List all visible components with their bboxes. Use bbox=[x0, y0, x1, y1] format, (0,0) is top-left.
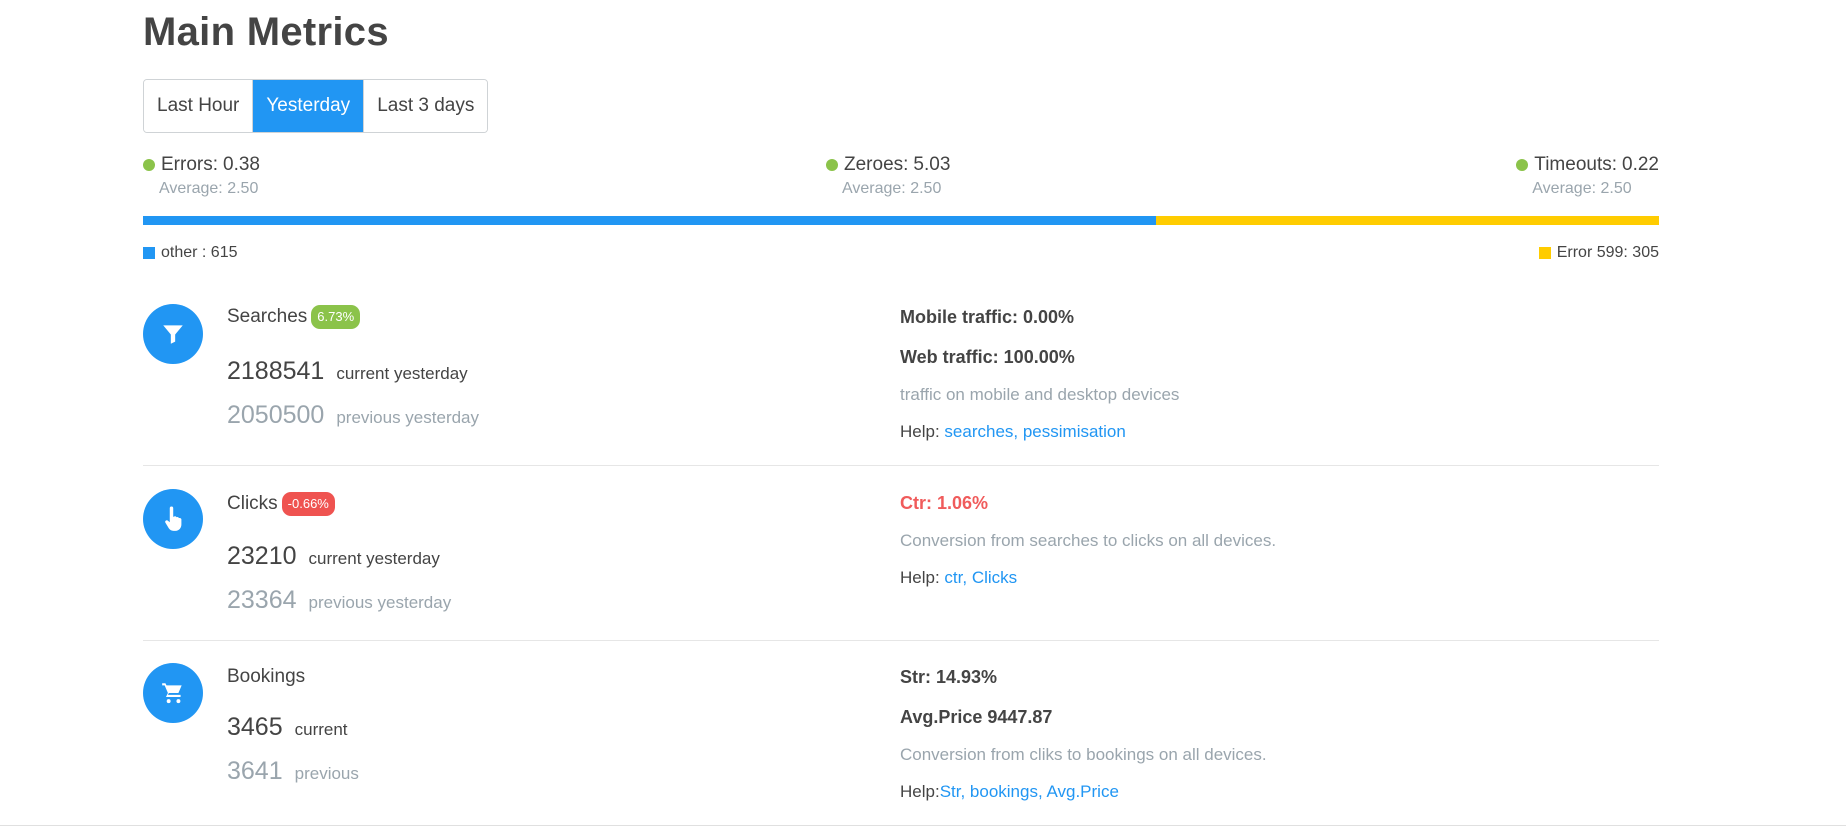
clicks-change-badge: -0.66% bbox=[281, 492, 335, 516]
help-label: Help: bbox=[900, 782, 940, 801]
bookings-previous-value: 3641 bbox=[227, 757, 283, 785]
web-traffic: Web traffic: 100.00% bbox=[900, 347, 1075, 367]
status-dot-icon bbox=[1516, 159, 1529, 171]
timeouts-label: Timeouts: bbox=[1534, 154, 1618, 175]
timeouts-stat: Timeouts: 0.22 Average: 2.50 bbox=[1516, 154, 1659, 198]
page-title: Main Metrics bbox=[143, 10, 389, 54]
searches-title: Searches bbox=[227, 306, 308, 327]
searches-previous: 2050500 previous yesterday bbox=[227, 401, 479, 430]
legend-error-599-label: Error 599: 305 bbox=[1556, 244, 1659, 261]
bookings-previous: 3641 previous bbox=[227, 757, 359, 786]
touch-icon bbox=[143, 489, 203, 549]
other-segment bbox=[143, 216, 1157, 225]
timeouts-value: 0.22 bbox=[1622, 154, 1659, 175]
searches-current-value: 2188541 bbox=[227, 357, 325, 385]
searches-current: 2188541 current yesterday bbox=[227, 357, 468, 386]
bookings-current-value: 3465 bbox=[227, 713, 283, 741]
errors-stat: Errors: 0.38 Average: 2.50 bbox=[143, 154, 260, 198]
help-label: Help: bbox=[900, 568, 940, 587]
bottom-divider bbox=[0, 825, 1846, 826]
errors-value: 0.38 bbox=[223, 154, 260, 175]
help-label: Help: bbox=[900, 422, 940, 441]
clicks-title: Clicks bbox=[227, 493, 278, 514]
filter-icon bbox=[143, 304, 203, 364]
bookings-title-wrap: Bookings bbox=[227, 666, 305, 688]
zeroes-stat: Zeroes: 5.03 Average: 2.50 bbox=[826, 154, 950, 198]
legend-square-icon bbox=[143, 247, 155, 259]
clicks-previous-value: 23364 bbox=[227, 586, 297, 614]
bookings-help: Help:Str, bookings, Avg.Price bbox=[900, 782, 1119, 802]
avg-price-value: Avg.Price 9447.87 bbox=[900, 707, 1053, 727]
mobile-traffic: Mobile traffic: 0.00% bbox=[900, 307, 1075, 327]
period-selector: Last Hour Yesterday Last 3 days bbox=[143, 79, 489, 133]
searches-change-badge: 6.73% bbox=[311, 305, 361, 329]
zeroes-average: Average: 2.50 bbox=[842, 180, 942, 197]
searches-previous-label: previous yesterday bbox=[336, 408, 480, 427]
period-yesterday-button[interactable]: Yesterday bbox=[253, 80, 365, 132]
searches-help-links[interactable]: searches, pessimisation bbox=[944, 422, 1125, 441]
bookings-current-label: current bbox=[294, 720, 348, 739]
clicks-current-value: 23210 bbox=[227, 542, 297, 570]
legend-error-599: Error 599: 305 bbox=[1538, 244, 1659, 262]
searches-metric-row: Searches 6.73% 2188541 current yesterday… bbox=[143, 287, 1659, 466]
errors-average: Average: 2.50 bbox=[159, 180, 259, 197]
bookings-note: Conversion from cliks to bookings on all… bbox=[900, 745, 1267, 764]
bookings-title: Bookings bbox=[227, 666, 306, 687]
status-dot-icon bbox=[826, 159, 838, 171]
period-last-3-days-button[interactable]: Last 3 days bbox=[364, 80, 488, 132]
clicks-metric-row: Clicks -0.66% 23210 current yesterday 23… bbox=[143, 466, 1659, 641]
clicks-current: 23210 current yesterday bbox=[227, 542, 440, 571]
zeroes-label: Zeroes: bbox=[844, 154, 909, 175]
page: Main Metrics Last Hour Yesterday Last 3 … bbox=[0, 0, 1846, 827]
errors-label: Errors: bbox=[161, 154, 218, 175]
clicks-previous-label: previous yesterday bbox=[308, 593, 452, 612]
legend-other-label: other : 615 bbox=[161, 244, 238, 261]
period-last-hour-button[interactable]: Last Hour bbox=[144, 80, 254, 132]
legend-square-icon bbox=[1538, 247, 1551, 259]
bookings-previous-label: previous bbox=[294, 764, 359, 783]
clicks-current-label: current yesterday bbox=[308, 549, 440, 568]
clicks-title-wrap: Clicks -0.66% bbox=[227, 492, 335, 516]
searches-title-wrap: Searches 6.73% bbox=[227, 305, 361, 329]
error-distribution-bar bbox=[143, 216, 1659, 225]
clicks-previous: 23364 previous yesterday bbox=[227, 586, 451, 615]
traffic-note: traffic on mobile and desktop devices bbox=[900, 385, 1180, 404]
status-dot-icon bbox=[143, 159, 155, 171]
timeouts-average: Average: 2.50 bbox=[1532, 180, 1632, 197]
legend-other: other : 615 bbox=[143, 244, 238, 262]
zeroes-value: 5.03 bbox=[913, 154, 951, 175]
str-value: Str: 14.93% bbox=[900, 667, 998, 687]
searches-current-label: current yesterday bbox=[336, 364, 468, 383]
bookings-help-links[interactable]: Str, bookings, Avg.Price bbox=[940, 782, 1119, 801]
searches-help: Help: searches, pessimisation bbox=[900, 422, 1126, 442]
ctr-note: Conversion from searches to clicks on al… bbox=[900, 531, 1277, 550]
error-599-segment bbox=[1156, 216, 1659, 225]
clicks-help-links[interactable]: ctr, Clicks bbox=[944, 568, 1017, 587]
bookings-metric-row: Bookings 3465 current 3641 previous Str:… bbox=[143, 641, 1659, 825]
ctr-value: Ctr: 1.06% bbox=[900, 493, 989, 513]
searches-previous-value: 2050500 bbox=[227, 401, 325, 429]
bookings-current: 3465 current bbox=[227, 713, 348, 742]
clicks-help: Help: ctr, Clicks bbox=[900, 568, 1017, 588]
cart-icon bbox=[143, 663, 203, 723]
